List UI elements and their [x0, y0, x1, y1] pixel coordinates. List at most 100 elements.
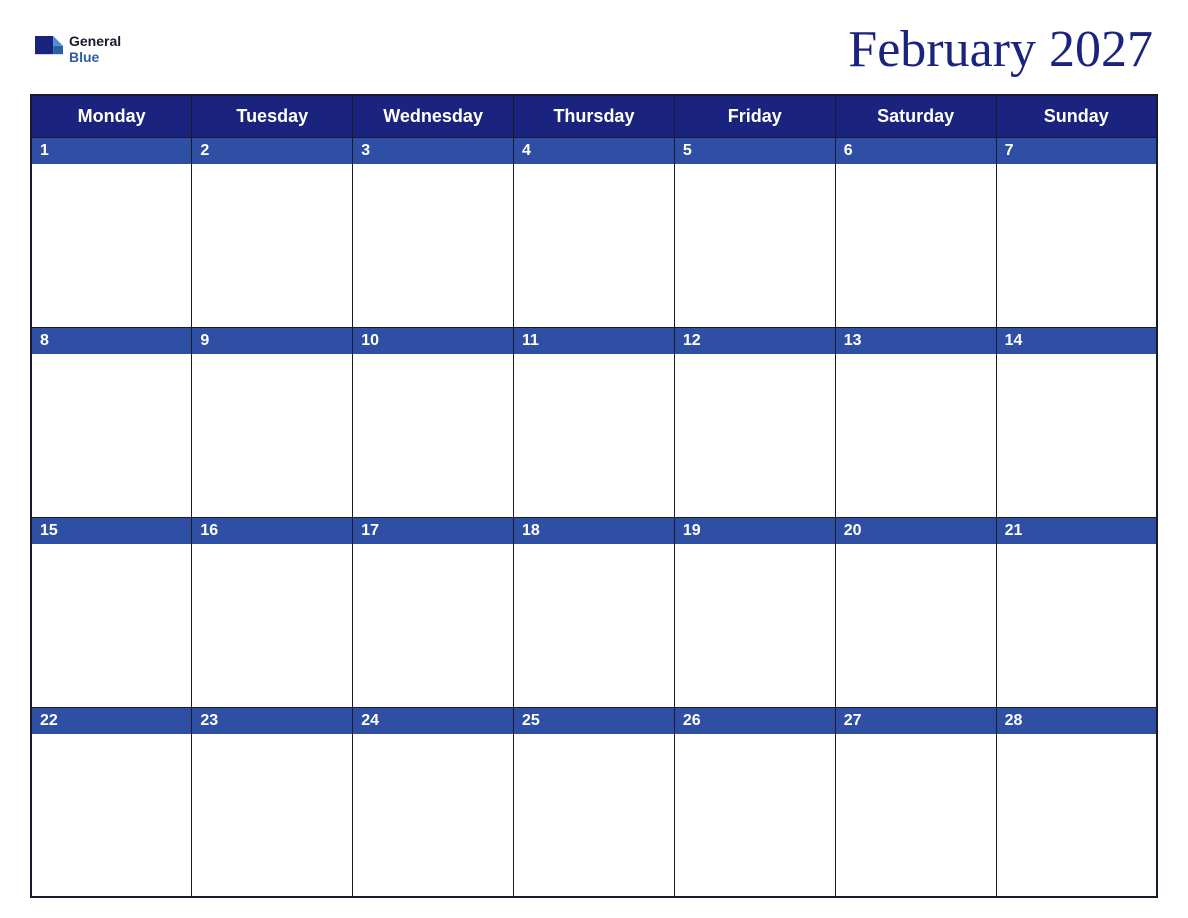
day-body-5: [675, 164, 835, 325]
day-number-6: 6: [836, 138, 996, 164]
day-cell-9[interactable]: 9: [192, 327, 353, 517]
calendar-body: 1234567891011121314151617181920212223242…: [31, 138, 1157, 898]
col-sunday: Sunday: [996, 95, 1157, 138]
day-cell-22[interactable]: 22: [31, 707, 192, 897]
day-body-4: [514, 164, 674, 325]
day-cell-23[interactable]: 23: [192, 707, 353, 897]
header: General Blue February 2027: [30, 20, 1158, 79]
calendar-table: Monday Tuesday Wednesday Thursday Friday…: [30, 94, 1158, 898]
day-cell-15[interactable]: 15: [31, 517, 192, 707]
day-body-21: [997, 544, 1156, 705]
day-number-12: 12: [675, 328, 835, 354]
day-body-23: [192, 734, 352, 894]
day-number-13: 13: [836, 328, 996, 354]
day-number-21: 21: [997, 518, 1156, 544]
day-number-15: 15: [32, 518, 191, 544]
day-body-15: [32, 544, 191, 705]
day-number-24: 24: [353, 708, 513, 734]
day-body-27: [836, 734, 996, 894]
day-number-23: 23: [192, 708, 352, 734]
day-body-11: [514, 354, 674, 515]
col-wednesday: Wednesday: [353, 95, 514, 138]
general-blue-logo-icon: [35, 36, 63, 64]
day-number-17: 17: [353, 518, 513, 544]
day-cell-26[interactable]: 26: [674, 707, 835, 897]
day-body-24: [353, 734, 513, 894]
day-cell-28[interactable]: 28: [996, 707, 1157, 897]
day-number-3: 3: [353, 138, 513, 164]
month-title: February 2027: [848, 20, 1153, 79]
day-body-10: [353, 354, 513, 515]
day-cell-27[interactable]: 27: [835, 707, 996, 897]
week-row-3: 15161718192021: [31, 517, 1157, 707]
day-body-9: [192, 354, 352, 515]
day-number-2: 2: [192, 138, 352, 164]
day-body-14: [997, 354, 1156, 515]
day-body-28: [997, 734, 1156, 894]
day-cell-18[interactable]: 18: [514, 517, 675, 707]
week-row-1: 1234567: [31, 138, 1157, 328]
day-cell-7[interactable]: 7: [996, 138, 1157, 328]
day-number-27: 27: [836, 708, 996, 734]
page: General Blue February 2027 Monday Tuesda…: [0, 0, 1188, 918]
day-body-22: [32, 734, 191, 894]
day-body-18: [514, 544, 674, 705]
day-cell-25[interactable]: 25: [514, 707, 675, 897]
col-thursday: Thursday: [514, 95, 675, 138]
day-cell-2[interactable]: 2: [192, 138, 353, 328]
day-number-28: 28: [997, 708, 1156, 734]
day-cell-24[interactable]: 24: [353, 707, 514, 897]
day-number-20: 20: [836, 518, 996, 544]
day-cell-6[interactable]: 6: [835, 138, 996, 328]
col-monday: Monday: [31, 95, 192, 138]
day-number-26: 26: [675, 708, 835, 734]
day-number-19: 19: [675, 518, 835, 544]
day-body-8: [32, 354, 191, 515]
day-number-5: 5: [675, 138, 835, 164]
day-cell-14[interactable]: 14: [996, 327, 1157, 517]
day-body-6: [836, 164, 996, 325]
day-cell-10[interactable]: 10: [353, 327, 514, 517]
day-body-20: [836, 544, 996, 705]
day-cell-5[interactable]: 5: [674, 138, 835, 328]
day-cell-1[interactable]: 1: [31, 138, 192, 328]
day-cell-17[interactable]: 17: [353, 517, 514, 707]
day-number-11: 11: [514, 328, 674, 354]
day-body-17: [353, 544, 513, 705]
day-cell-11[interactable]: 11: [514, 327, 675, 517]
day-number-22: 22: [32, 708, 191, 734]
day-body-25: [514, 734, 674, 894]
col-saturday: Saturday: [835, 95, 996, 138]
week-row-2: 891011121314: [31, 327, 1157, 517]
day-number-25: 25: [514, 708, 674, 734]
day-cell-8[interactable]: 8: [31, 327, 192, 517]
day-number-7: 7: [997, 138, 1156, 164]
day-body-1: [32, 164, 191, 325]
day-body-3: [353, 164, 513, 325]
day-number-9: 9: [192, 328, 352, 354]
day-body-2: [192, 164, 352, 325]
day-cell-12[interactable]: 12: [674, 327, 835, 517]
col-tuesday: Tuesday: [192, 95, 353, 138]
calendar-header: Monday Tuesday Wednesday Thursday Friday…: [31, 95, 1157, 138]
day-cell-20[interactable]: 20: [835, 517, 996, 707]
day-cell-13[interactable]: 13: [835, 327, 996, 517]
day-number-18: 18: [514, 518, 674, 544]
day-body-12: [675, 354, 835, 515]
logo-general: General: [69, 34, 121, 49]
day-cell-3[interactable]: 3: [353, 138, 514, 328]
day-cell-4[interactable]: 4: [514, 138, 675, 328]
day-body-16: [192, 544, 352, 705]
day-body-26: [675, 734, 835, 894]
logo-blue: Blue: [69, 50, 121, 65]
day-number-1: 1: [32, 138, 191, 164]
day-cell-16[interactable]: 16: [192, 517, 353, 707]
day-number-16: 16: [192, 518, 352, 544]
day-cell-19[interactable]: 19: [674, 517, 835, 707]
day-body-19: [675, 544, 835, 705]
day-number-14: 14: [997, 328, 1156, 354]
days-of-week-row: Monday Tuesday Wednesday Thursday Friday…: [31, 95, 1157, 138]
day-cell-21[interactable]: 21: [996, 517, 1157, 707]
day-body-7: [997, 164, 1156, 325]
logo: General Blue: [35, 34, 121, 65]
